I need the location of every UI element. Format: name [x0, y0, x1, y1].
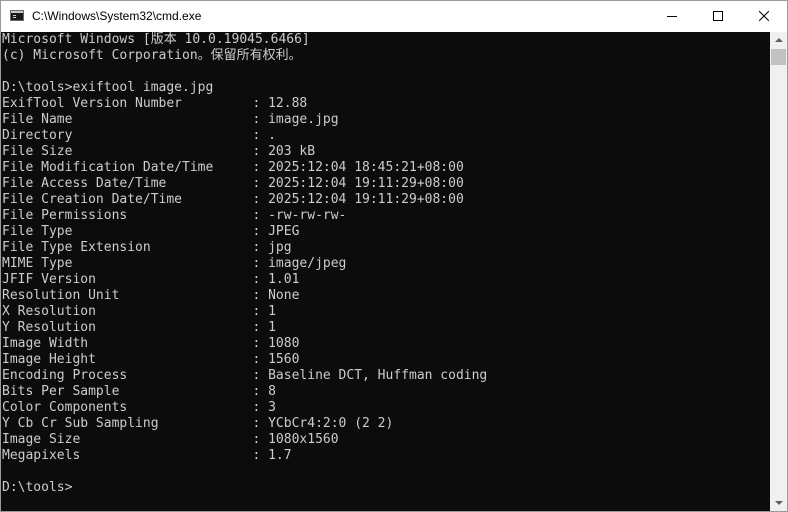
- console-line: Microsoft Windows [版本 10.0.19045.6466]: [2, 32, 310, 47]
- console-line: File Type : JPEG: [2, 224, 300, 239]
- console-line: D:\tools>: [2, 480, 73, 495]
- console-line: Image Size : 1080x1560: [2, 432, 339, 447]
- console-line: Y Resolution : 1: [2, 320, 276, 335]
- console-line: Image Height : 1560: [2, 352, 300, 367]
- console-output[interactable]: Microsoft Windows [版本 10.0.19045.6466] (c…: [1, 32, 770, 511]
- console-line: MIME Type : image/jpeg: [2, 256, 347, 271]
- console-line: File Permissions : -rw-rw-rw-: [2, 208, 347, 223]
- close-button[interactable]: [741, 1, 787, 32]
- console-line: File Type Extension : jpg: [2, 240, 292, 255]
- console-line: File Creation Date/Time : 2025:12:04 19:…: [2, 192, 464, 207]
- console-line: Resolution Unit : None: [2, 288, 300, 303]
- scrollbar-thumb[interactable]: [771, 49, 786, 65]
- console-line: Directory : .: [2, 128, 276, 143]
- console-line: File Modification Date/Time : 2025:12:04…: [2, 160, 464, 175]
- console-line: Megapixels : 1.7: [2, 448, 292, 463]
- console-line: File Access Date/Time : 2025:12:04 19:11…: [2, 176, 464, 191]
- cmd-window: C:\Windows\System32\cmd.exe Microsoft Wi…: [0, 0, 788, 512]
- console-line: Encoding Process : Baseline DCT, Huffman…: [2, 368, 488, 383]
- window-title: C:\Windows\System32\cmd.exe: [32, 9, 202, 23]
- console-line: Y Cb Cr Sub Sampling : YCbCr4:2:0 (2 2): [2, 416, 394, 431]
- scroll-down-button[interactable]: [770, 494, 787, 511]
- close-icon: [759, 11, 769, 21]
- console-line: Bits Per Sample : 8: [2, 384, 276, 399]
- minimize-icon: [667, 16, 677, 17]
- maximize-button[interactable]: [695, 1, 741, 32]
- console-line: (c) Microsoft Corporation。保留所有权利。: [2, 48, 302, 63]
- title-bar[interactable]: C:\Windows\System32\cmd.exe: [1, 1, 787, 32]
- console-line: X Resolution : 1: [2, 304, 276, 319]
- console-line: Image Width : 1080: [2, 336, 300, 351]
- vertical-scrollbar[interactable]: [770, 32, 787, 511]
- console-line: File Name : image.jpg: [2, 112, 339, 127]
- minimize-button[interactable]: [649, 1, 695, 32]
- console-line: Color Components : 3: [2, 400, 276, 415]
- cmd-icon[interactable]: [10, 10, 24, 21]
- console-line: File Size : 203 kB: [2, 144, 316, 159]
- console-line: ExifTool Version Number : 12.88: [2, 96, 308, 111]
- maximize-icon: [713, 11, 723, 21]
- console-line: JFIF Version : 1.01: [2, 272, 300, 287]
- console-line: D:\tools>exiftool image.jpg: [2, 80, 214, 95]
- scroll-up-button[interactable]: [770, 32, 787, 49]
